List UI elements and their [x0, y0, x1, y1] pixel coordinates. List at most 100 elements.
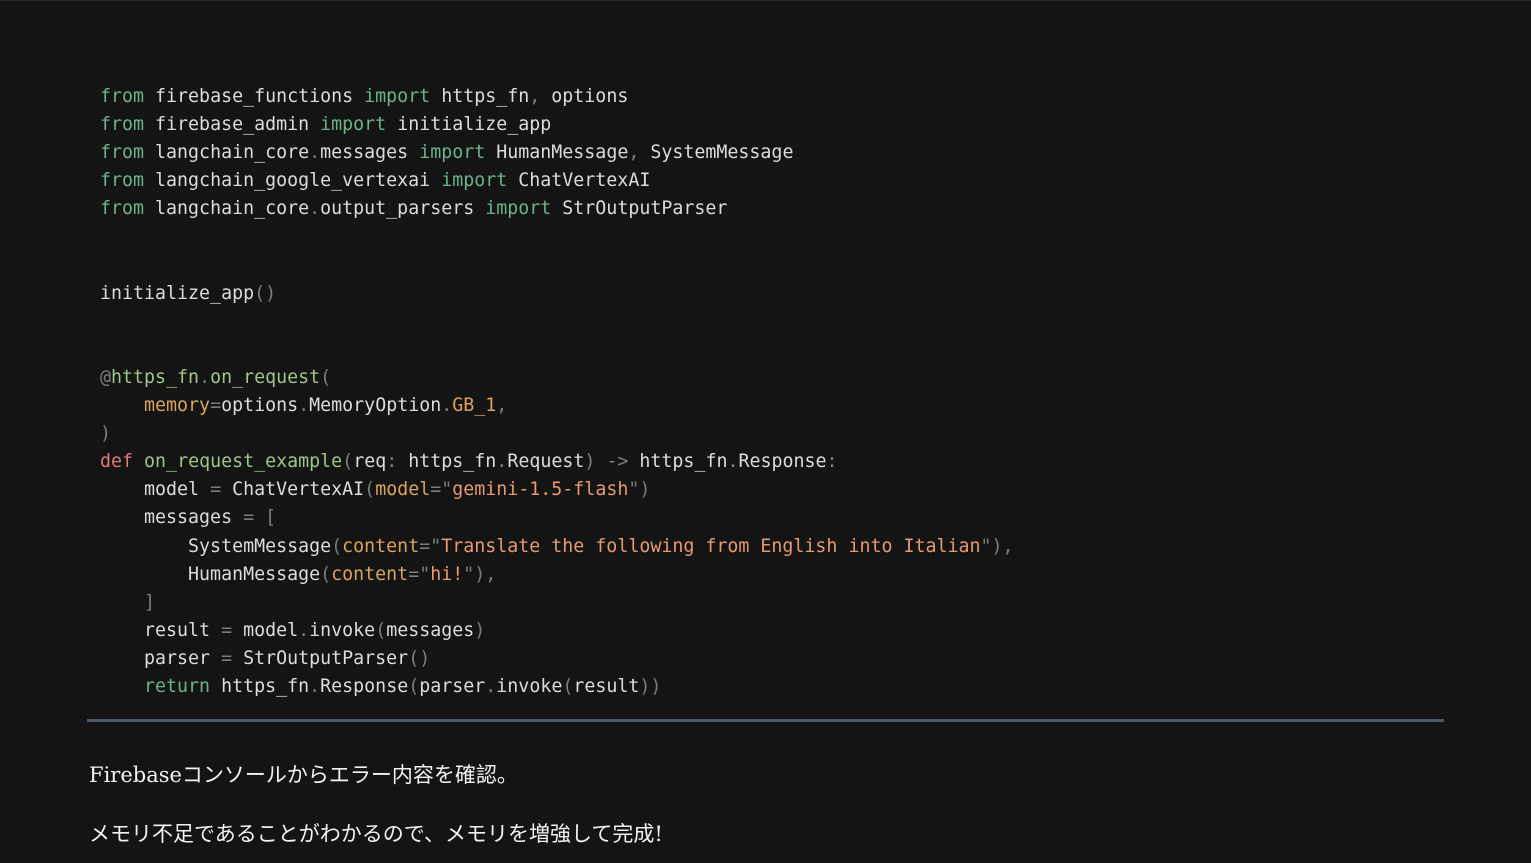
code-token: from — [100, 114, 145, 136]
code-line: SystemMessage(content="Translate the fol… — [100, 533, 1014, 561]
code-token: ) — [584, 451, 596, 473]
code-token: firebase_functions — [144, 86, 365, 107]
code-token: model — [100, 479, 211, 501]
code-token: https_fn — [210, 675, 310, 697]
code-token: SystemMessage — [100, 535, 332, 557]
code-token: messages — [100, 507, 244, 529]
code-token: https_fn — [397, 451, 497, 473]
code-token: . — [496, 451, 508, 473]
code-token: MemoryOption — [309, 395, 442, 417]
code-token: )) — [639, 675, 662, 697]
code-line: from firebase_functions import https_fn,… — [100, 83, 1014, 111]
code-token: ") — [628, 479, 651, 501]
code-token: ChatVertexAI — [221, 479, 365, 501]
page: from firebase_functions import https_fn,… — [0, 0, 1531, 863]
code-token: HumanMessage — [485, 142, 629, 164]
code-token: from — [100, 142, 145, 164]
code-line: HumanMessage(content="hi!"), — [100, 561, 1014, 589]
code-line: from langchain_google_vertexai import Ch… — [100, 167, 1014, 195]
code-token: invoke — [309, 619, 376, 641]
code-token: @ — [100, 366, 112, 388]
code-token: model — [375, 479, 431, 501]
code-line: from firebase_admin import initialize_ap… — [100, 111, 1014, 139]
code-line: parser = StrOutputParser() — [100, 645, 1014, 673]
code-token: req — [353, 451, 387, 473]
code-line: from langchain_core.output_parsers impor… — [100, 195, 1014, 223]
code-token: , — [496, 395, 508, 417]
code-token: . — [727, 451, 739, 473]
code-token: langchain_google_vertexai — [144, 170, 442, 192]
code-token: =" — [419, 535, 442, 557]
code-token: model — [232, 619, 299, 641]
code-token: = — [210, 395, 222, 417]
code-line: model = ChatVertexAI(model="gemini-1.5-f… — [100, 476, 1014, 504]
code-token: [ — [265, 507, 277, 529]
code-token: output_parsers — [320, 198, 486, 220]
code-token: "), — [980, 535, 1014, 557]
code-token: : — [826, 451, 838, 473]
code-line: from langchain_core.messages import Huma… — [100, 139, 1014, 167]
code-token: import — [320, 114, 387, 136]
code-token: "), — [463, 563, 497, 585]
code-token: ( — [408, 675, 420, 697]
code-token: result — [100, 619, 222, 641]
code-token: ( — [320, 563, 332, 585]
code-token: import — [441, 170, 508, 192]
code-token: return — [144, 675, 211, 697]
code-token: initialize_app — [100, 282, 255, 304]
code-token: . — [309, 142, 321, 164]
code-token: options — [540, 86, 629, 107]
code-token: invoke — [496, 675, 563, 697]
code-token: langchain_core — [144, 198, 310, 220]
code-token: () — [408, 647, 431, 669]
code-block: from firebase_functions import https_fn,… — [100, 83, 1014, 701]
code-token: =" — [408, 563, 431, 585]
code-token: messages — [386, 619, 475, 641]
code-line: messages = [ — [100, 504, 1014, 532]
code-token: parser — [100, 647, 222, 669]
code-line: ) — [100, 420, 1014, 448]
code-token: from — [100, 198, 145, 220]
code-token: : — [386, 451, 398, 473]
code-token: langchain_core — [144, 142, 310, 164]
code-line: ] — [100, 589, 1014, 617]
code-token: def — [100, 451, 134, 473]
code-token: HumanMessage — [100, 563, 321, 585]
code-token: from — [100, 170, 145, 192]
code-token: import — [364, 86, 431, 107]
code-token: Response — [738, 451, 827, 473]
code-token: result — [573, 675, 640, 697]
paragraph-increase-memory: メモリ不足であることがわかるので、メモリを増強して完成! — [89, 822, 663, 846]
code-token: messages — [320, 142, 420, 164]
code-token: ( — [320, 366, 332, 388]
code-token: () — [254, 282, 277, 304]
code-token: on_request — [210, 366, 321, 388]
code-token: gemini-1.5-flash — [452, 479, 629, 501]
code-line: initialize_app() — [100, 280, 1014, 308]
code-token: ) — [100, 423, 112, 445]
code-token: https_fn — [628, 451, 728, 473]
code-token: = — [210, 479, 222, 501]
code-token: =" — [430, 479, 453, 501]
code-token: , — [628, 142, 640, 164]
code-line: result = model.invoke(messages) — [100, 617, 1014, 645]
paragraph-check-error: Firebaseコンソールからエラー内容を確認。 — [89, 763, 518, 787]
code-token: content — [342, 535, 420, 557]
code-token: import — [419, 142, 486, 164]
code-token: ChatVertexAI — [507, 170, 651, 192]
code-token: on_request_example — [144, 451, 343, 473]
code-token: StrOutputParser — [232, 647, 409, 669]
code-token: Response — [320, 675, 409, 697]
code-token: https_fn — [430, 86, 530, 107]
code-token: . — [309, 675, 321, 697]
code-token: memory — [144, 395, 211, 417]
code-token: options — [221, 395, 299, 417]
code-token: -> — [606, 451, 629, 473]
